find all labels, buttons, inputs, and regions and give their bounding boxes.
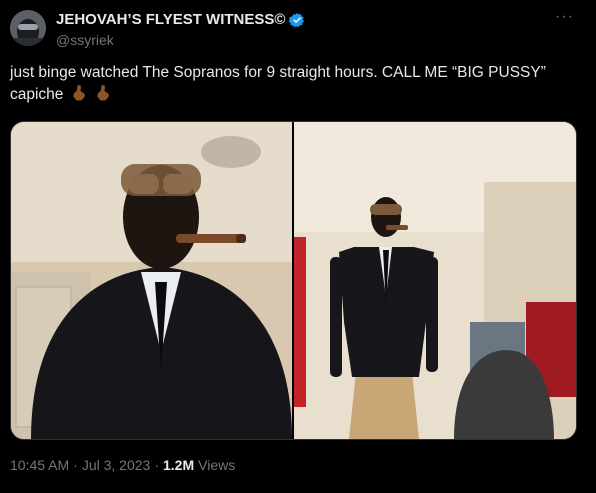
- meta-separator: ·: [154, 457, 159, 473]
- photo-full-length[interactable]: [294, 122, 576, 439]
- pinched-fingers-emoji-icon: [94, 84, 112, 109]
- tweet-media: [10, 121, 577, 440]
- more-horizontal-icon[interactable]: ···: [555, 8, 574, 26]
- pinched-fingers-emoji-icon: [70, 84, 88, 109]
- photo-closeup[interactable]: [11, 122, 292, 439]
- avatar[interactable]: [10, 10, 46, 46]
- author-display-name[interactable]: JEHOVAH’S FLYEST WITNESS©: [56, 11, 285, 28]
- tweet-text: just binge watched The Sopranos for 9 st…: [10, 62, 570, 109]
- author-name-row[interactable]: JEHOVAH’S FLYEST WITNESS©: [56, 11, 305, 28]
- tweet-time[interactable]: 10:45 AM: [10, 457, 69, 473]
- tweet-meta: 10:45 AM · Jul 3, 2023 · 1.2M Views: [10, 457, 235, 473]
- views-label: Views: [198, 457, 236, 473]
- tweet-date[interactable]: Jul 3, 2023: [82, 457, 151, 473]
- meta-separator: ·: [73, 457, 78, 473]
- tweet-text-body: just binge watched The Sopranos for 9 st…: [10, 64, 546, 103]
- views-count[interactable]: 1.2M: [163, 457, 194, 473]
- author-handle[interactable]: @ssyriek: [56, 32, 114, 48]
- verified-badge-icon: [289, 12, 305, 28]
